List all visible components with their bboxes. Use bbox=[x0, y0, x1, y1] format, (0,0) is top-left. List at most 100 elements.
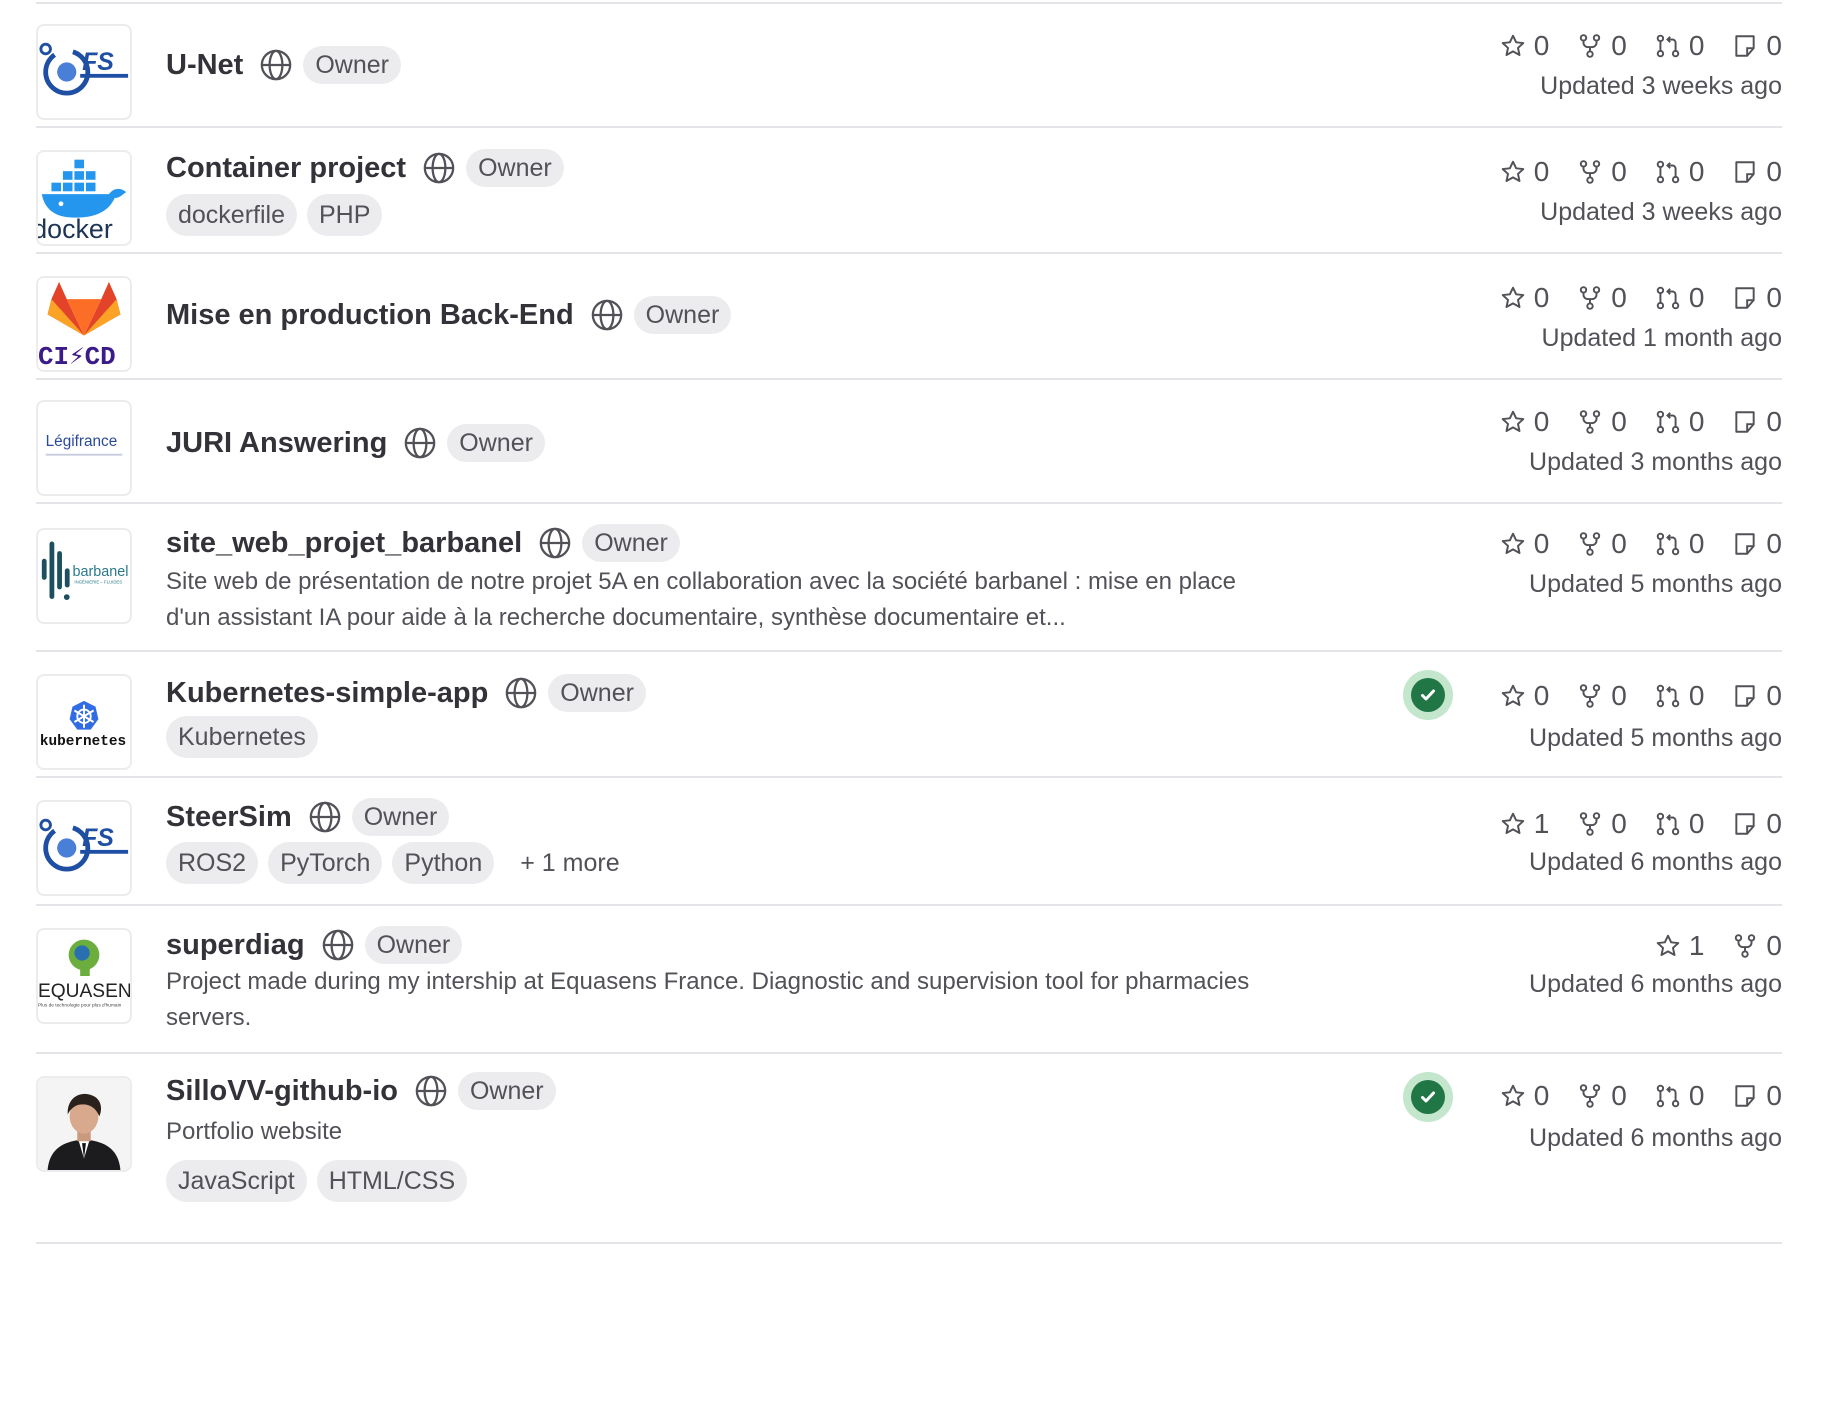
project-avatar-fs-logo[interactable]: FS bbox=[36, 24, 132, 120]
topic-badge[interactable]: JavaScript bbox=[166, 1160, 307, 1202]
forks-stat[interactable]: 0 bbox=[1577, 808, 1627, 840]
issues-icon bbox=[1735, 813, 1756, 835]
issues-stat[interactable]: 0 bbox=[1732, 282, 1782, 314]
project-title-line: Mise en production Back-End Owner bbox=[166, 294, 732, 336]
project-stats: 0 0 0 0 bbox=[1472, 152, 1782, 192]
stars-stat[interactable]: 0 bbox=[1500, 156, 1549, 188]
project-name-link[interactable]: U-Net bbox=[166, 49, 243, 82]
svg-text:Légifrance: Légifrance bbox=[46, 433, 118, 450]
project-stats: 1 0 bbox=[1627, 926, 1782, 966]
project-name-link[interactable]: SteerSim bbox=[166, 801, 292, 834]
issues-stat[interactable]: 0 bbox=[1732, 406, 1782, 438]
forks-stat[interactable]: 0 bbox=[1577, 406, 1627, 438]
forks-stat[interactable]: 0 bbox=[1577, 528, 1627, 560]
project-avatar-user-photo[interactable] bbox=[36, 1076, 132, 1172]
stars-stat[interactable]: 1 bbox=[1500, 808, 1549, 840]
merge-request-icon bbox=[1656, 34, 1680, 58]
project-avatar-gitlab-cicd[interactable]: CI⚡CD bbox=[36, 276, 132, 372]
merge-requests-stat[interactable]: 0 bbox=[1655, 282, 1704, 314]
project-avatar-kubernetes[interactable]: kubernetes bbox=[36, 674, 132, 770]
owner-badge: Owner bbox=[633, 296, 732, 334]
project-avatar-fs-logo[interactable]: FS bbox=[36, 800, 132, 896]
fork-icon bbox=[1580, 160, 1601, 184]
svg-text:CI⚡CD: CI⚡CD bbox=[38, 342, 116, 370]
issues-stat[interactable]: 0 bbox=[1732, 680, 1782, 712]
merge-requests-stat[interactable]: 0 bbox=[1655, 1080, 1704, 1112]
fork-icon bbox=[1580, 286, 1601, 310]
project-list: FS U-Net Owner 0 0 0 0 Updated 3 weeks a… bbox=[0, 0, 1824, 1416]
issues-icon bbox=[1735, 1085, 1756, 1107]
project-avatar-legifrance[interactable]: Légifrance bbox=[36, 400, 132, 496]
updated-time: Updated 3 weeks ago bbox=[1540, 72, 1782, 100]
stars-stat[interactable]: 0 bbox=[1500, 406, 1549, 438]
svg-text:kubernetes: kubernetes bbox=[40, 734, 126, 750]
project-name-link[interactable]: SilloVV-github-io bbox=[166, 1075, 398, 1108]
stars-stat[interactable]: 1 bbox=[1655, 930, 1704, 962]
project-avatar-equasens[interactable]: EQUASENS Plus de technologie pour plus d… bbox=[36, 928, 132, 1024]
star-icon bbox=[1501, 160, 1524, 182]
project-name-link[interactable]: Kubernetes-simple-app bbox=[166, 677, 488, 710]
issues-icon bbox=[1735, 161, 1756, 183]
stars-stat[interactable]: 0 bbox=[1500, 528, 1549, 560]
updated-time: Updated 6 months ago bbox=[1529, 848, 1782, 876]
globe-icon bbox=[423, 152, 455, 184]
project-avatar-docker[interactable]: docker bbox=[36, 150, 132, 246]
issues-stat[interactable]: 0 bbox=[1732, 808, 1782, 840]
gitlab-cicd-logo-icon: CI⚡CD bbox=[38, 281, 121, 370]
equasens-logo-icon: EQUASENS Plus de technologie pour plus d… bbox=[38, 939, 130, 1009]
topic-badge[interactable]: Kubernetes bbox=[166, 716, 318, 758]
project-stats: 0 0 0 0 bbox=[1472, 1076, 1782, 1116]
project-name-link[interactable]: superdiag bbox=[166, 929, 305, 962]
stars-stat[interactable]: 0 bbox=[1500, 1080, 1549, 1112]
forks-stat[interactable]: 0 bbox=[1577, 282, 1627, 314]
topic-badge[interactable]: dockerfile bbox=[166, 194, 297, 236]
more-topics-link[interactable]: + 1 more bbox=[520, 849, 619, 878]
star-icon bbox=[1501, 1084, 1524, 1106]
merge-requests-stat[interactable]: 0 bbox=[1655, 156, 1704, 188]
stars-stat[interactable]: 0 bbox=[1500, 680, 1549, 712]
forks-stat[interactable]: 0 bbox=[1732, 930, 1782, 962]
project-row-sillovv-github-io: SilloVV-github-io Owner Portfolio websit… bbox=[36, 1054, 1782, 1244]
issues-stat[interactable]: 0 bbox=[1732, 156, 1782, 188]
pipeline-status-button[interactable] bbox=[1403, 1072, 1453, 1122]
merge-requests-stat[interactable]: 0 bbox=[1655, 30, 1704, 62]
topic-badge[interactable]: PHP bbox=[307, 194, 383, 236]
issues-stat[interactable]: 0 bbox=[1732, 1080, 1782, 1112]
issues-stat[interactable]: 0 bbox=[1732, 528, 1782, 560]
updated-time: Updated 5 months ago bbox=[1529, 570, 1782, 598]
project-title-line: Container project Owner bbox=[166, 147, 564, 189]
svg-text:Plus de technologie pour plus: Plus de technologie pour plus d'humain bbox=[38, 1003, 122, 1009]
topic-badge[interactable]: Python bbox=[392, 842, 495, 884]
project-row-mise-en-production: CI⚡CD Mise en production Back-End Owner … bbox=[36, 254, 1782, 380]
merge-requests-stat[interactable]: 0 bbox=[1655, 528, 1704, 560]
topic-badge[interactable]: PyTorch bbox=[268, 842, 383, 884]
project-avatar-barbanel[interactable]: barbanel INGÉNIERIE – FLUIDES bbox=[36, 528, 132, 624]
issues-icon bbox=[1735, 411, 1756, 433]
forks-stat[interactable]: 0 bbox=[1577, 680, 1627, 712]
merge-requests-stat[interactable]: 0 bbox=[1655, 406, 1704, 438]
merge-requests-stat[interactable]: 0 bbox=[1655, 808, 1704, 840]
project-name-link[interactable]: JURI Answering bbox=[166, 427, 387, 460]
project-topics: ROS2 PyTorch Python + 1 more bbox=[166, 842, 620, 884]
topic-badge[interactable]: HTML/CSS bbox=[316, 1160, 468, 1202]
stars-stat[interactable]: 0 bbox=[1500, 30, 1549, 62]
svg-text:INGÉNIERIE – FLUIDES: INGÉNIERIE – FLUIDES bbox=[74, 580, 122, 585]
project-description: Portfolio website bbox=[166, 1118, 343, 1145]
issues-stat[interactable]: 0 bbox=[1732, 30, 1782, 62]
forks-stat[interactable]: 0 bbox=[1577, 156, 1627, 188]
project-name-link[interactable]: site_web_projet_barbanel bbox=[166, 527, 522, 560]
check-circle-icon bbox=[1411, 678, 1445, 712]
owner-badge: Owner bbox=[582, 524, 680, 562]
merge-requests-stat[interactable]: 0 bbox=[1655, 680, 1704, 712]
project-row-kubernetes-simple-app: kubernetes Kubernetes-simple-app Owner K… bbox=[36, 652, 1782, 778]
stars-stat[interactable]: 0 bbox=[1500, 282, 1549, 314]
star-icon bbox=[1501, 34, 1524, 56]
topic-badge[interactable]: ROS2 bbox=[166, 842, 259, 884]
project-name-link[interactable]: Container project bbox=[166, 152, 406, 185]
pipeline-status-button[interactable] bbox=[1403, 670, 1453, 720]
globe-icon bbox=[404, 427, 436, 459]
updated-time: Updated 5 months ago bbox=[1529, 724, 1782, 752]
project-name-link[interactable]: Mise en production Back-End bbox=[166, 299, 574, 332]
forks-stat[interactable]: 0 bbox=[1577, 30, 1627, 62]
forks-stat[interactable]: 0 bbox=[1577, 1080, 1627, 1112]
